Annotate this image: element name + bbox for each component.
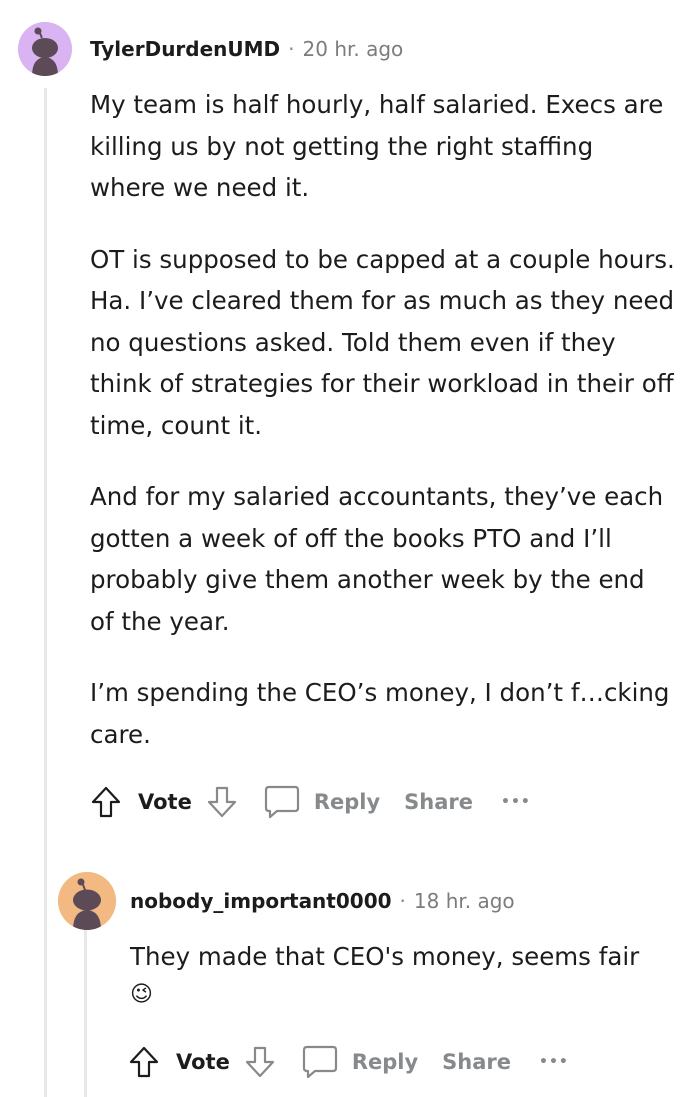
thread-line-reply[interactable] <box>84 928 87 1097</box>
upvote-icon[interactable] <box>88 782 124 822</box>
comment-paragraph: And for my salaried accountants, they’ve… <box>90 482 664 636</box>
comment-actions: Vote Reply Share ••• <box>88 782 531 822</box>
downvote-icon[interactable] <box>242 1042 278 1082</box>
timestamp[interactable]: 20 hr. ago <box>303 37 404 61</box>
share-button[interactable]: Share <box>404 790 473 814</box>
thread-line-main[interactable] <box>44 88 47 1097</box>
reply-username[interactable]: nobody_important0000 <box>130 889 392 913</box>
snoo-avatar-icon <box>58 872 116 930</box>
upvote-icon[interactable] <box>126 1042 162 1082</box>
reply-button[interactable]: Reply <box>352 1050 418 1074</box>
vote-count: Vote <box>176 1050 230 1074</box>
comment-paragraph: I’m spending the CEO’s money, I don’t f…… <box>90 678 670 749</box>
comment-meta: TylerDurdenUMD · 20 hr. ago <box>90 37 403 61</box>
comment-paragraph: OT is supposed to be capped at a couple … <box>90 244 675 440</box>
username[interactable]: TylerDurdenUMD <box>90 37 280 61</box>
reply-meta: nobody_important0000 · 18 hr. ago <box>130 889 515 913</box>
comment-body: My team is half hourly, half salaried. E… <box>90 84 675 785</box>
reply-bubble-icon[interactable] <box>262 782 302 822</box>
meta-separator: · <box>399 889 406 913</box>
more-options-icon[interactable]: ••• <box>539 1054 569 1070</box>
more-options-icon[interactable]: ••• <box>501 794 531 810</box>
reply-bubble-icon[interactable] <box>300 1042 340 1082</box>
meta-separator: · <box>288 37 295 61</box>
reply-body: They made that CEO's money, seems fair 😉 <box>130 936 680 1012</box>
reply-text: They made that CEO's money, seems fair <box>130 942 640 971</box>
avatar[interactable] <box>18 22 72 76</box>
downvote-icon[interactable] <box>204 782 240 822</box>
wink-emoji-icon: 😉 <box>130 981 153 1007</box>
reply-actions: Vote Reply Share ••• <box>126 1042 569 1082</box>
reply-timestamp[interactable]: 18 hr. ago <box>414 889 515 913</box>
vote-count: Vote <box>138 790 192 814</box>
reply-avatar[interactable] <box>58 872 116 930</box>
snoo-avatar-icon <box>18 22 72 76</box>
share-button[interactable]: Share <box>442 1050 511 1074</box>
reply-button[interactable]: Reply <box>314 790 380 814</box>
comment-paragraph: My team is half hourly, half salaried. E… <box>90 90 664 202</box>
